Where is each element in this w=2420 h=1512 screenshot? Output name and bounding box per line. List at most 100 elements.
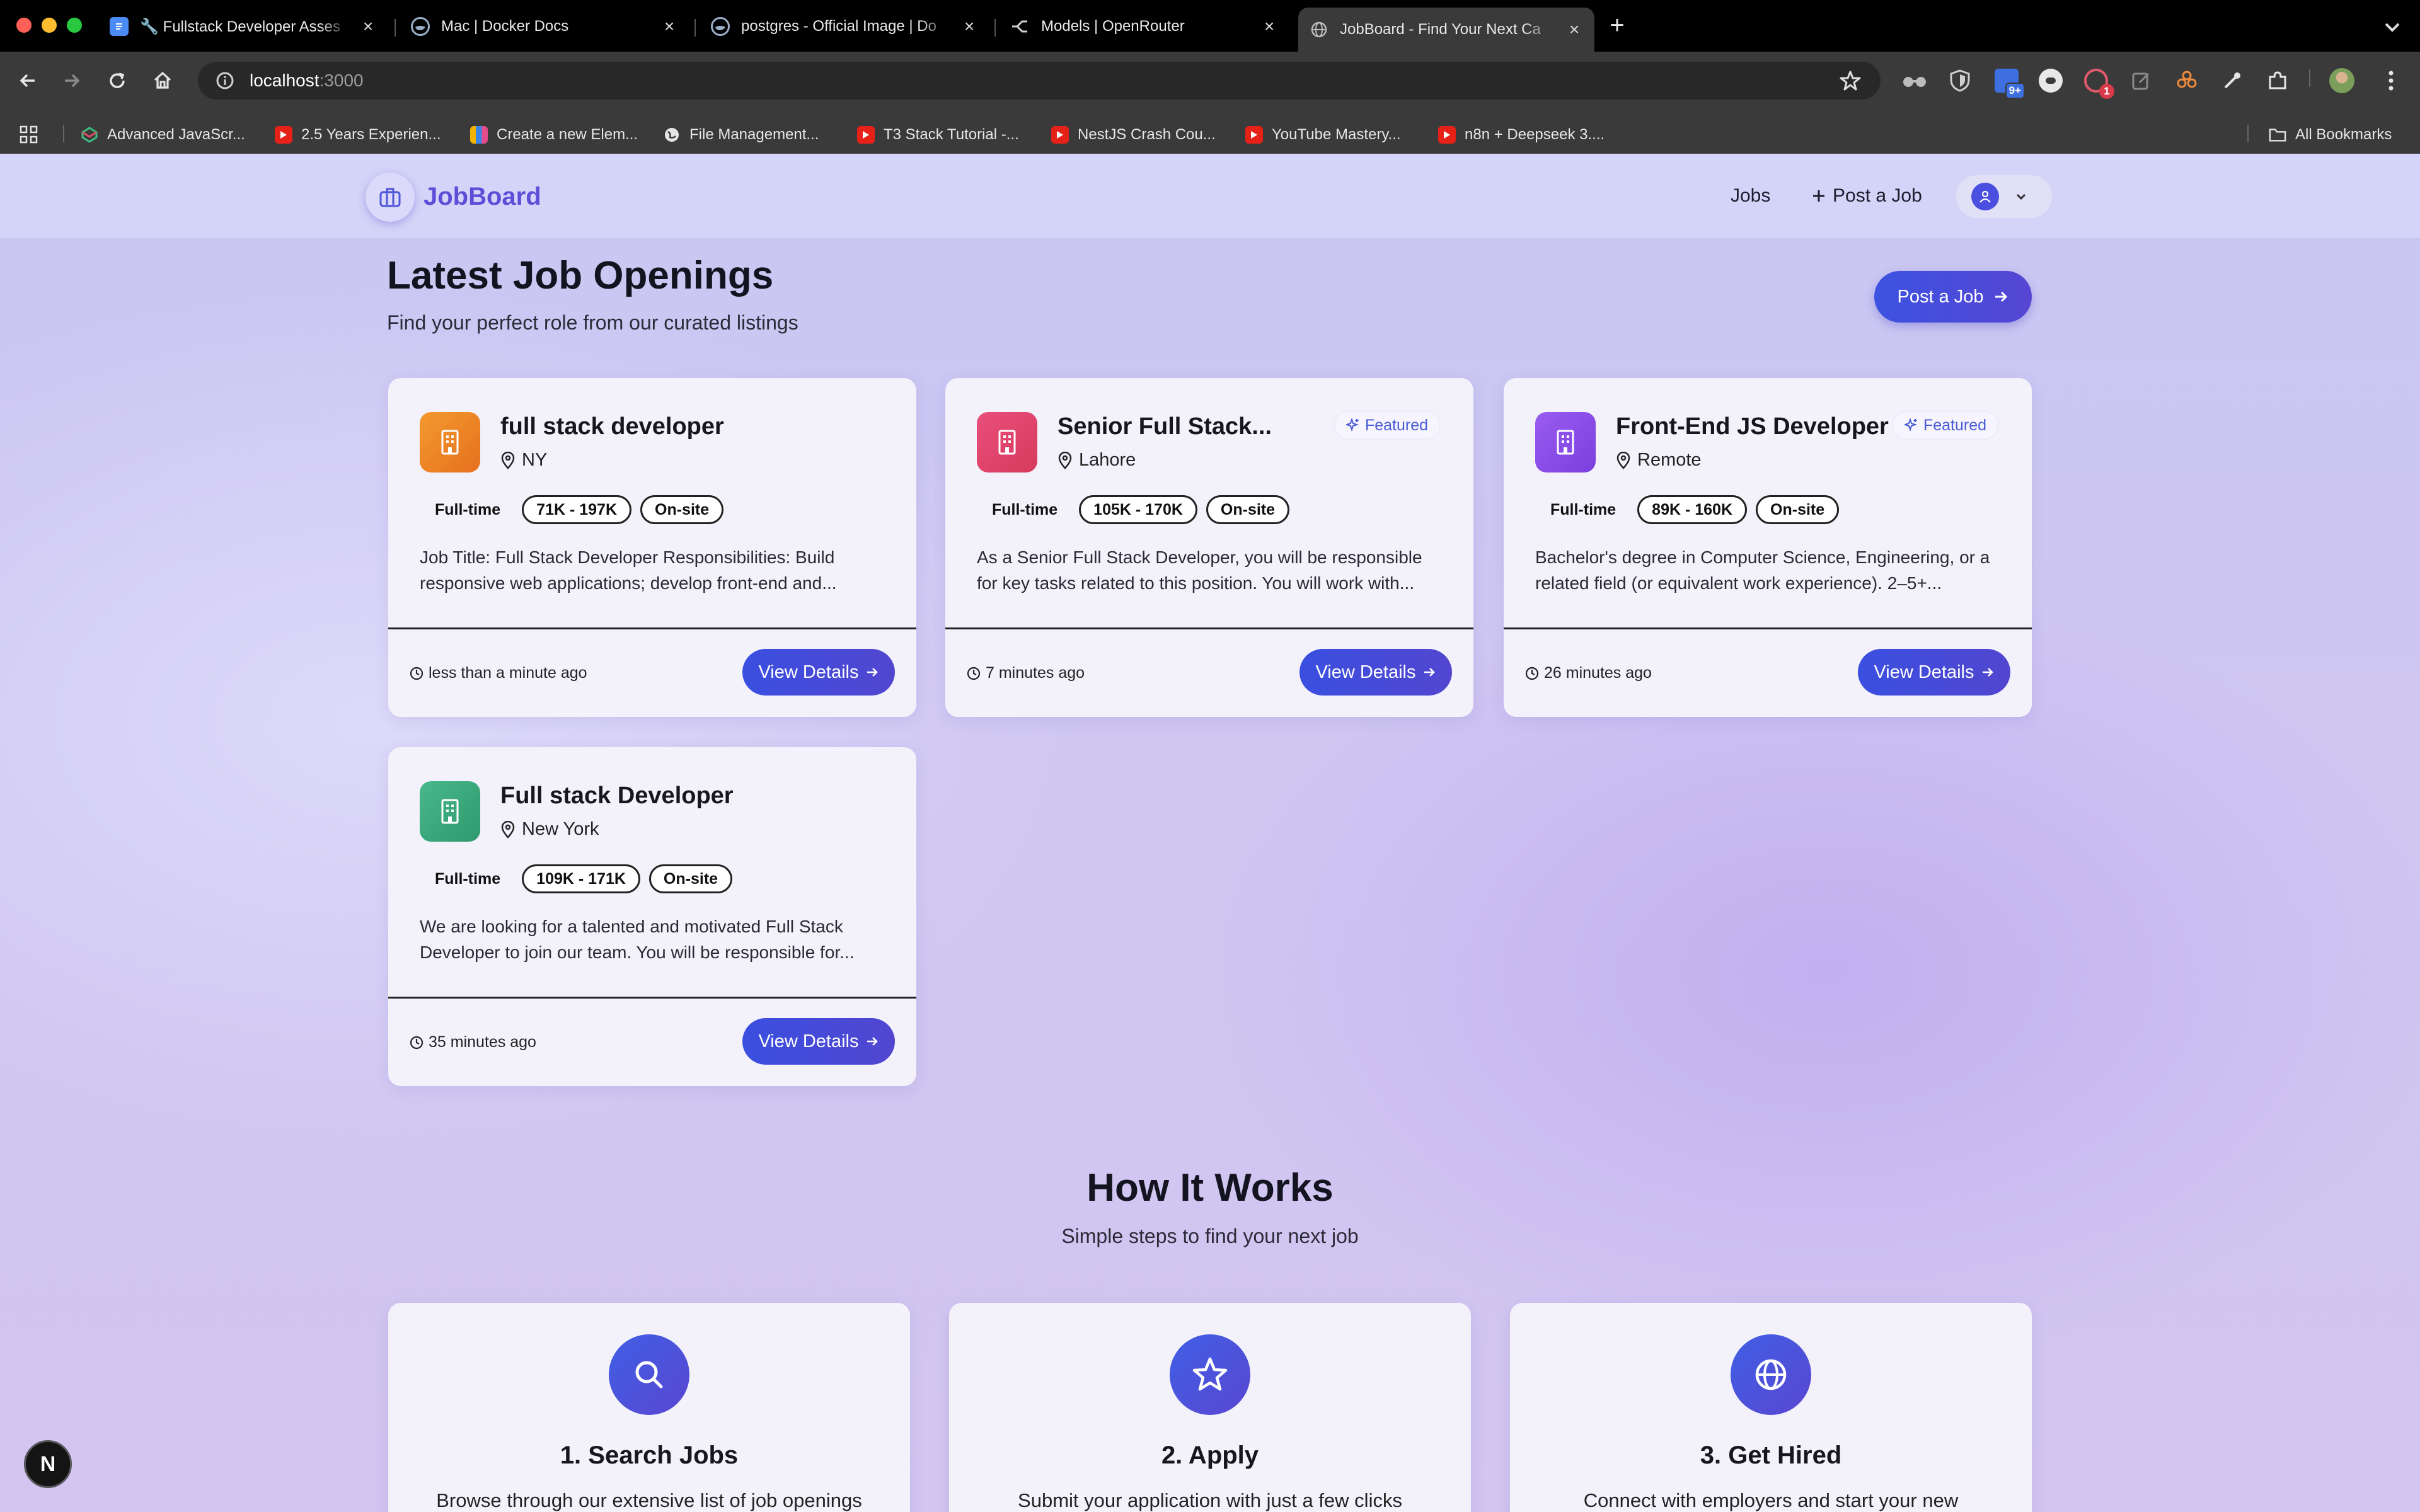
close-tab-icon[interactable]: × bbox=[660, 18, 678, 35]
clock-icon bbox=[410, 667, 424, 680]
maximize-window-button[interactable] bbox=[67, 18, 82, 33]
job-title[interactable]: Full stack Developer bbox=[500, 782, 734, 810]
bookmark-item[interactable]: YouTube Mastery... bbox=[1245, 121, 1401, 149]
map-pin-icon bbox=[501, 451, 515, 469]
how-it-works-subtitle: Simple steps to find your next job bbox=[1061, 1225, 1359, 1247]
view-details-button[interactable]: View Details bbox=[1858, 649, 2010, 696]
extension-picker-icon[interactable] bbox=[2218, 67, 2246, 94]
extension-glasses-icon[interactable] bbox=[1901, 67, 1928, 94]
job-location-text: New York bbox=[522, 819, 599, 839]
job-description: We are looking for a talented and motiva… bbox=[420, 917, 855, 962]
address-port: :3000 bbox=[319, 71, 364, 90]
browser-tab[interactable]: postgres - Official Image | Do × bbox=[700, 9, 989, 44]
sparkle-icon bbox=[1904, 418, 1918, 432]
card-divider bbox=[945, 627, 1473, 629]
bookmark-label: 2.5 Years Experien... bbox=[301, 126, 441, 143]
nav-post-job-link[interactable]: Post a Job bbox=[1811, 185, 1922, 207]
step-description: Connect with employers and start your ne… bbox=[1583, 1489, 1959, 1511]
view-details-label: View Details bbox=[758, 1031, 859, 1051]
site-info-icon[interactable] bbox=[214, 70, 236, 91]
close-tab-icon[interactable]: × bbox=[359, 18, 377, 35]
browser-tab-bar: 🔧 Fullstack Developer Asses × Mac | Dock… bbox=[0, 0, 2420, 52]
openrouter-icon bbox=[1011, 17, 1030, 36]
featured-label: Featured bbox=[1923, 416, 1986, 434]
briefcase-icon[interactable] bbox=[366, 173, 415, 222]
home-button[interactable] bbox=[149, 67, 176, 94]
minimize-window-button[interactable] bbox=[42, 18, 57, 33]
nav-jobs-link[interactable]: Jobs bbox=[1731, 185, 1770, 207]
extension-cookie-icon[interactable] bbox=[2037, 67, 2065, 94]
extension-alert-icon[interactable]: 1 bbox=[2082, 67, 2114, 99]
job-card[interactable]: Senior Full Stack... Featured Lahore Ful… bbox=[945, 378, 1473, 717]
bookmark-item[interactable]: Advanced JavaScr... bbox=[81, 121, 245, 149]
browser-tab[interactable]: Mac | Docker Docs × bbox=[400, 9, 689, 44]
job-title[interactable]: Senior Full Stack... bbox=[1057, 413, 1272, 440]
bookmark-label: Advanced JavaScr... bbox=[107, 126, 245, 143]
tab-divider bbox=[994, 19, 996, 37]
job-card[interactable]: full stack developer NY Full-time 71K - … bbox=[388, 378, 916, 717]
bookmark-item[interactable]: File Management... bbox=[663, 121, 819, 149]
job-tags: Full-time 109K - 171K On-site bbox=[420, 864, 733, 893]
job-location-text: Remote bbox=[1637, 450, 1702, 470]
job-card[interactable]: Full stack Developer New York Full-time … bbox=[388, 747, 916, 1086]
extension-shield-icon[interactable] bbox=[1946, 67, 1974, 94]
job-posted-text: 26 minutes ago bbox=[1544, 664, 1652, 682]
browser-tab-active[interactable]: JobBoard - Find Your Next Ca × bbox=[1298, 8, 1594, 52]
codepen-icon bbox=[81, 126, 98, 144]
tab-title: Mac | Docker Docs bbox=[441, 18, 569, 35]
globe-icon bbox=[663, 126, 681, 144]
forward-button[interactable] bbox=[58, 67, 86, 94]
address-bar[interactable]: localhost:3000 bbox=[198, 62, 1881, 100]
bookmark-item[interactable]: NestJS Crash Cou... bbox=[1051, 121, 1216, 149]
user-menu-button[interactable] bbox=[1956, 175, 2052, 218]
extension-calendar-icon[interactable]: 9+ bbox=[1993, 67, 2025, 99]
browser-tab[interactable]: Models | OpenRouter × bbox=[1000, 9, 1289, 44]
bookmark-item[interactable]: T3 Stack Tutorial -... bbox=[857, 121, 1019, 149]
bookmark-item[interactable]: 2.5 Years Experien... bbox=[275, 121, 441, 149]
new-tab-button[interactable]: + bbox=[1603, 13, 1631, 40]
building-icon bbox=[977, 412, 1037, 472]
arrow-right-icon bbox=[1424, 668, 1435, 677]
bookmark-star-icon[interactable] bbox=[1839, 69, 1862, 92]
clock-icon bbox=[1525, 667, 1539, 680]
extension-flower-icon[interactable] bbox=[2173, 67, 2201, 94]
bookmark-label: Create a new Elem... bbox=[497, 126, 638, 143]
close-tab-icon[interactable]: × bbox=[1565, 21, 1583, 38]
close-window-button[interactable] bbox=[16, 18, 32, 33]
tab-search-chevron-icon[interactable] bbox=[2378, 15, 2406, 40]
view-details-button[interactable]: View Details bbox=[742, 649, 895, 696]
bookmark-label: YouTube Mastery... bbox=[1272, 126, 1401, 143]
view-details-button[interactable]: View Details bbox=[1299, 649, 1452, 696]
reload-button[interactable] bbox=[103, 67, 131, 94]
job-posted-time: less than a minute ago bbox=[410, 664, 587, 682]
plus-icon bbox=[1813, 190, 1824, 202]
extension-edit-icon[interactable] bbox=[2128, 67, 2155, 94]
browser-tab[interactable]: 🔧 Fullstack Developer Asses × bbox=[98, 9, 388, 44]
job-description: Bachelor's degree in Computer Science, E… bbox=[1535, 547, 1990, 593]
job-location: Lahore bbox=[1057, 450, 1136, 471]
close-tab-icon[interactable]: × bbox=[1260, 18, 1278, 35]
globe-icon bbox=[1310, 20, 1328, 39]
site-logo[interactable]: JobBoard bbox=[424, 183, 541, 211]
extensions-puzzle-icon[interactable] bbox=[2264, 67, 2291, 94]
extension-alert-badge: 1 bbox=[2099, 84, 2114, 99]
browser-menu-icon[interactable] bbox=[2377, 67, 2405, 94]
job-title[interactable]: Front-End JS Developer bbox=[1616, 413, 1889, 440]
bookmark-label: T3 Stack Tutorial -... bbox=[884, 126, 1019, 143]
post-job-button[interactable]: Post a Job bbox=[1874, 271, 2032, 323]
nextjs-dev-badge[interactable]: N bbox=[24, 1440, 72, 1488]
view-details-button[interactable]: View Details bbox=[742, 1018, 895, 1065]
bookmark-item[interactable]: Create a new Elem... bbox=[470, 121, 638, 149]
job-title[interactable]: full stack developer bbox=[500, 413, 724, 440]
apps-grid-icon[interactable] bbox=[19, 121, 39, 149]
profile-avatar-icon[interactable] bbox=[2328, 67, 2356, 94]
all-bookmarks-button[interactable]: All Bookmarks bbox=[2269, 121, 2392, 149]
close-tab-icon[interactable]: × bbox=[960, 18, 978, 35]
job-location: NY bbox=[500, 450, 547, 471]
back-button[interactable] bbox=[14, 67, 42, 94]
bookmark-item[interactable]: n8n + Deepseek 3.... bbox=[1438, 121, 1605, 149]
step-card-apply: 2. Apply Submit your application with ju… bbox=[949, 1303, 1471, 1512]
job-card[interactable]: Front-End JS Developer Featured Remote F… bbox=[1504, 378, 2032, 717]
docker-icon bbox=[711, 17, 730, 36]
building-icon bbox=[420, 412, 480, 472]
